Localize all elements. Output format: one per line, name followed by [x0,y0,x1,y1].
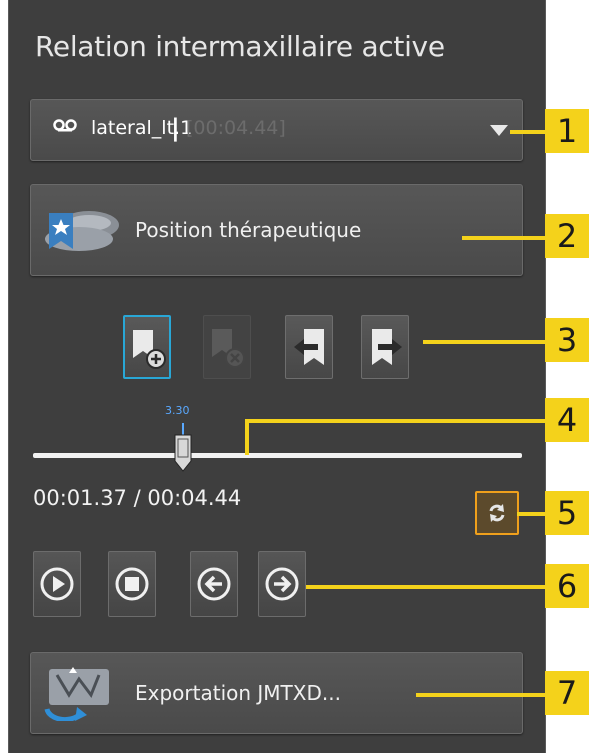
panel-title: Relation intermaxillaire active [35,30,445,63]
callout-line-5 [517,512,546,516]
callout-3: 3 [545,318,589,362]
jaw-bookmark-icon [45,211,119,251]
callout-1: 1 [545,109,589,153]
export-jmtxd-label: Exportation JMTXD... [135,681,341,705]
play-icon [40,567,74,601]
loop-icon [489,504,505,522]
loop-toggle-button[interactable] [475,491,519,535]
timecode-display: 00:01.37 / 00:04.44 [33,486,242,510]
callout-line-4-drop [245,419,249,455]
callout-5: 5 [545,491,589,535]
text-cursor: | [171,114,180,142]
bookmark-add-icon [133,330,166,369]
next-bookmark-button[interactable] [361,315,409,379]
slider-thumb[interactable] [172,423,194,473]
stop-icon [115,567,149,601]
remove-bookmark-button[interactable] [203,315,251,379]
timeline-slider[interactable] [33,453,522,458]
bookmark-remove-icon [212,329,245,368]
previous-bookmark-button[interactable] [285,315,333,379]
callout-7: 7 [545,671,589,715]
chevron-down-icon[interactable] [490,125,508,136]
play-button[interactable] [33,551,81,617]
callout-2: 2 [545,214,589,258]
therapeutic-position-label: Position thérapeutique [135,218,362,242]
therapeutic-position-button[interactable]: Position thérapeutique [30,184,523,276]
callout-4: 4 [545,398,589,442]
callout-line-6 [306,585,546,589]
bookmark-next-icon [372,329,402,365]
slider-value-label: 3.30 [165,404,190,417]
step-back-button[interactable] [190,551,238,617]
callout-line-4 [245,419,546,423]
arrow-left-icon [197,567,231,601]
export-jaw-icon [44,667,109,721]
callout-6: 6 [545,564,589,608]
arrow-right-icon [265,567,299,601]
callout-line-1 [510,130,546,134]
add-bookmark-button[interactable] [123,315,171,379]
recording-dropdown[interactable]: lateral_lt.1 | [00:04.44] [30,99,523,161]
callout-line-2 [462,236,546,240]
tape-icon [53,119,77,132]
callout-line-3 [423,340,546,344]
recording-duration: [00:04.44] [186,117,286,139]
stop-button[interactable] [108,551,156,617]
callout-line-7 [416,693,546,697]
bookmark-previous-icon [294,329,324,365]
step-forward-button[interactable] [258,551,306,617]
